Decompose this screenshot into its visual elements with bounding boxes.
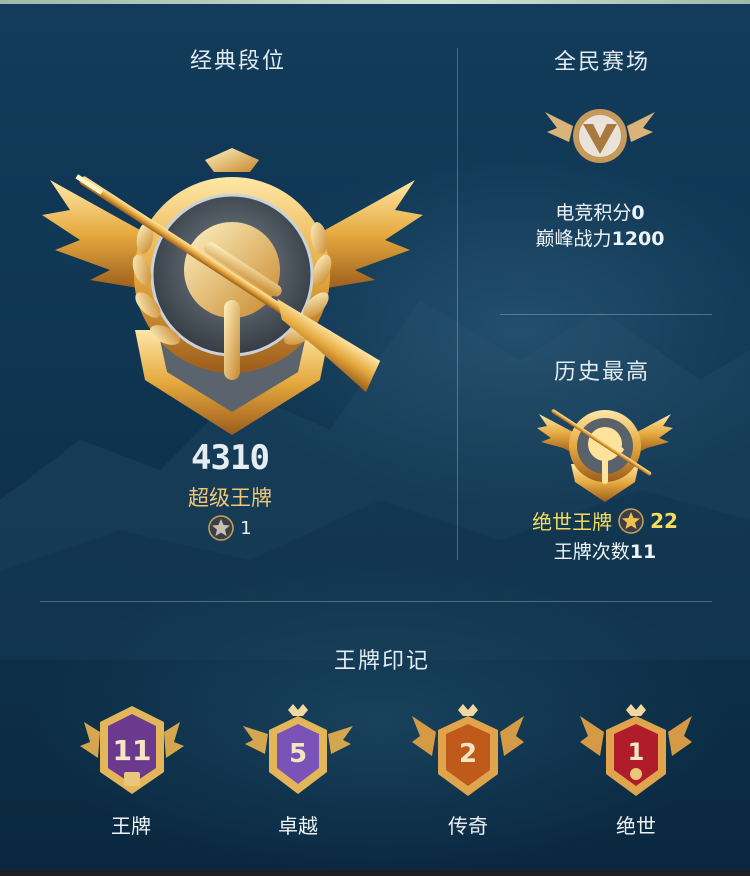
peerless-mark-count: 1 [628,738,645,766]
ace-mark-label: 王牌 [111,814,151,838]
ace-mark-count: 11 [113,734,152,767]
peak-power-value: 1200 [611,228,665,250]
marks-divider [40,601,712,602]
top-accent-bar [0,0,750,4]
rank-panel: 经典段位 4310 超级王牌 1 全民赛场 电竞积分0 巅峰战力1200 历史最… [0,0,750,876]
classic-star-count: 1 [240,517,252,539]
ace-count-label: 王牌次数 [553,541,630,563]
history-rank-badge-icon[interactable] [537,398,673,504]
peak-power-label: 巅峰战力 [535,228,612,250]
bottom-bar [0,870,750,876]
peerless-mark-icon[interactable]: 1 [580,702,692,802]
history-tier-row: 绝世王牌 22 [500,506,710,535]
legend-mark-label: 传奇 [448,814,488,838]
star-icon [618,507,644,534]
ace-mark-icon[interactable]: 11 [80,702,184,802]
classic-score: 4310 [191,438,270,478]
excellence-mark-label: 卓越 [278,814,318,838]
esports-score-line: 电竞积分0 [500,198,700,225]
history-tier-name: 绝世王牌 [532,510,613,534]
esports-score-label: 电竞积分 [555,202,632,224]
arena-divider [500,314,712,315]
history-title: 历史最高 [553,360,650,385]
legend-mark-icon[interactable]: 2 [412,702,524,802]
vertical-divider [457,48,458,560]
arena-title: 全民赛场 [553,50,650,75]
excellence-mark-count: 5 [289,739,307,769]
marks-title: 王牌印记 [333,649,430,674]
history-star-count: 22 [650,508,678,533]
peak-power-line: 巅峰战力1200 [500,224,700,251]
ace-count-value: 11 [629,541,657,563]
legend-mark-count: 2 [459,739,477,769]
ace-rank-badge-icon[interactable] [40,140,425,440]
peerless-mark-label: 绝世 [616,814,656,838]
classic-rank-title: 经典段位 [189,49,286,74]
classic-star-row: 1 [180,515,280,541]
excellence-mark-icon[interactable]: 5 [243,702,353,802]
classic-tier-name: 超级王牌 [188,486,272,510]
ace-count-line: 王牌次数11 [500,537,710,564]
star-icon [208,515,235,541]
arena-rank-badge-icon[interactable] [543,106,657,168]
esports-score-value: 0 [631,202,645,224]
